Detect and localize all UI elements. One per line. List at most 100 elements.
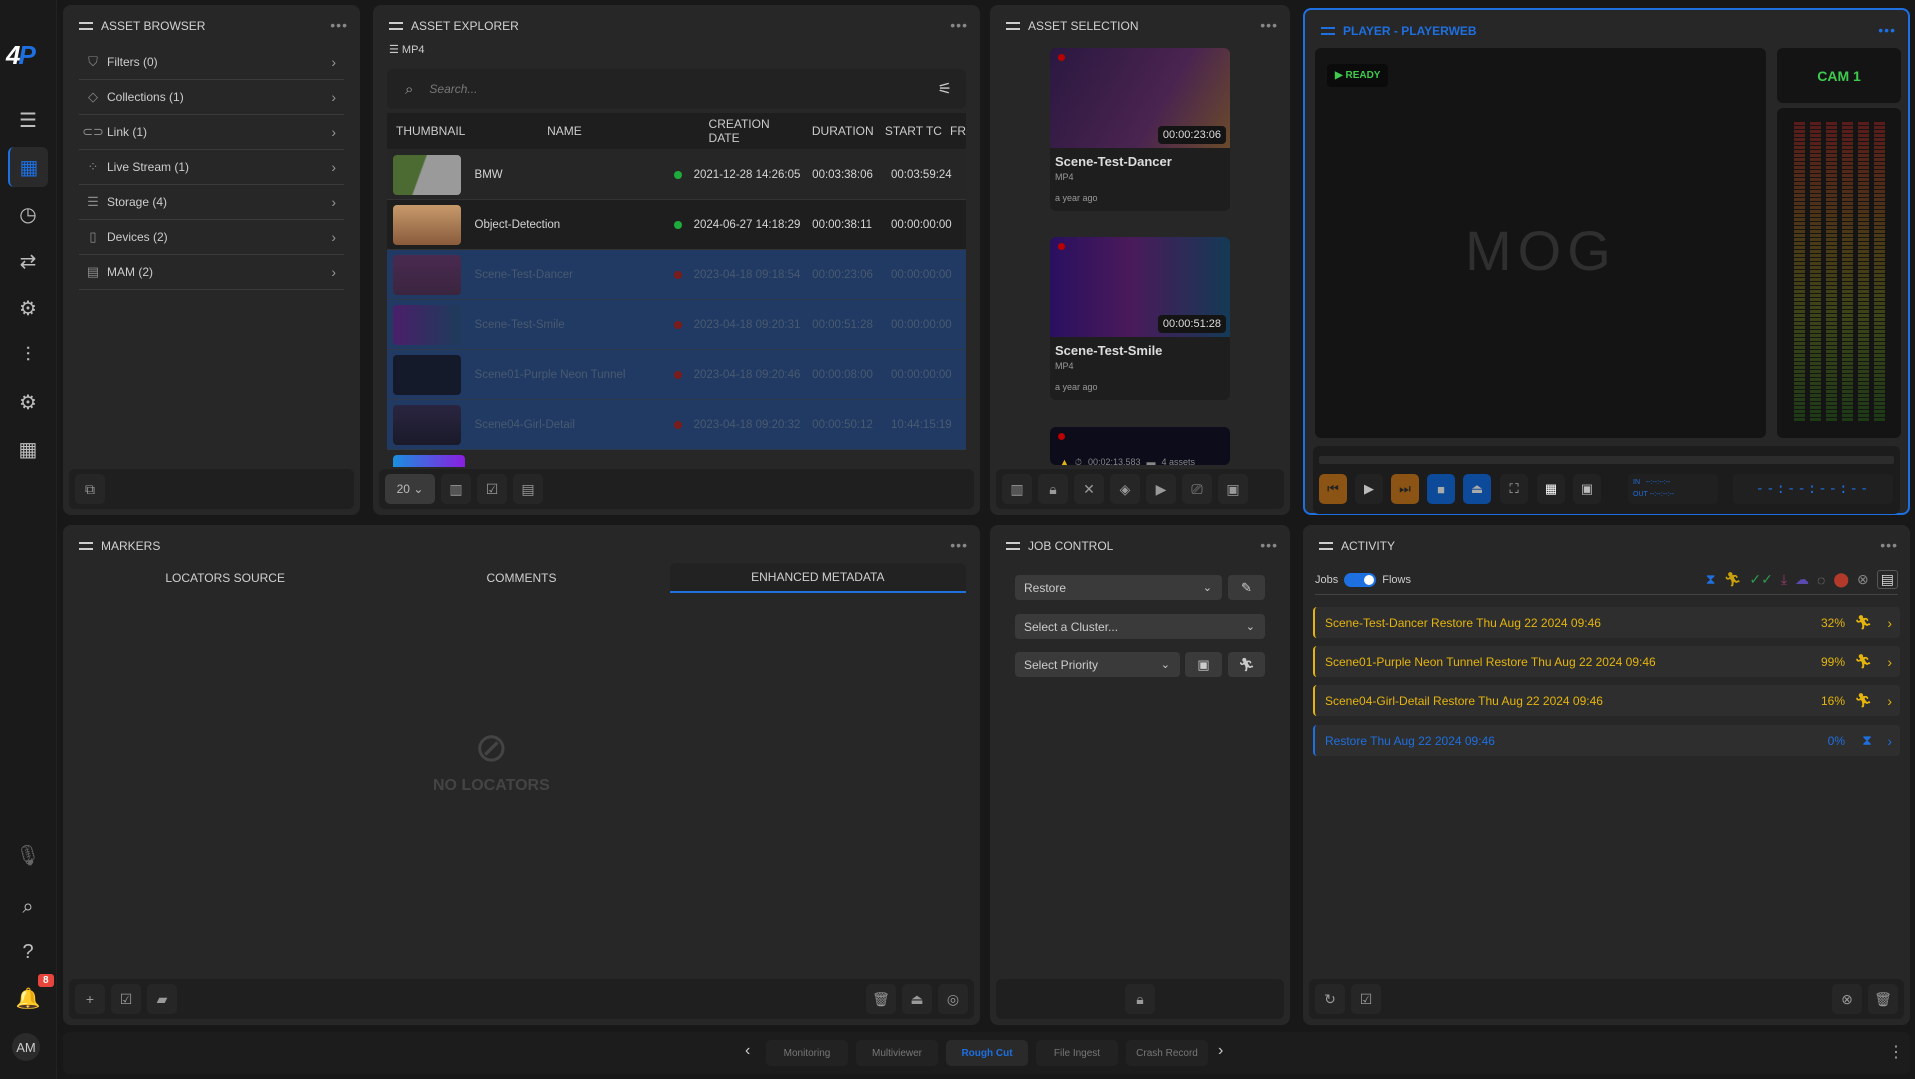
activity-item[interactable]: Scene04-Girl-Detail Restore Thu Aug 22 2… — [1313, 685, 1900, 716]
more-options-icon[interactable]: ••• — [330, 17, 348, 33]
format-filter[interactable]: ☰ MP4 — [389, 43, 425, 56]
tab-enhanced-metadata[interactable]: ENHANCED METADATA — [669, 563, 966, 593]
add-marker-button[interactable]: + — [75, 984, 105, 1014]
more-options-icon[interactable]: ••• — [950, 537, 968, 553]
job-type-select[interactable]: Restore ⌄ — [1015, 575, 1222, 600]
drag-handle-icon[interactable] — [1006, 22, 1020, 30]
more-options-icon[interactable]: ••• — [950, 17, 968, 33]
col-creation-date[interactable]: CREATION DATE — [655, 117, 802, 145]
list-view-button[interactable]: ▥ — [441, 474, 471, 504]
calendar-button[interactable]: ▣ — [1573, 474, 1601, 504]
asset-card[interactable]: 00:00:23:06 Scene-Test-Dancer MP4 a year… — [1050, 48, 1230, 211]
more-options-icon[interactable]: ••• — [1880, 537, 1898, 553]
delete-button[interactable]: 🗑︎ — [1868, 984, 1898, 1014]
table-row[interactable]: BMW 2021-12-28 14:26:05 00:03:38:06 00:0… — [387, 150, 966, 200]
skip-start-button[interactable]: ⏮ — [1319, 474, 1347, 504]
download-icon[interactable]: ⤓ — [1781, 571, 1787, 588]
chevron-right-icon[interactable]: › — [1887, 693, 1892, 709]
table-row-selected[interactable]: Scene04-Girl-Detail 2023-04-18 09:20:32 … — [387, 400, 966, 450]
priority-select[interactable]: Select Priority ⌄ — [1015, 652, 1180, 677]
activity-item[interactable]: Scene01-Purple Neon Tunnel Restore Thu A… — [1313, 646, 1900, 677]
drag-handle-icon[interactable] — [389, 22, 403, 30]
grid-icon[interactable]: ▦ — [8, 429, 48, 469]
drag-handle-icon[interactable] — [79, 542, 93, 550]
layers-button[interactable]: ◈ — [1110, 474, 1140, 504]
col-start-tc[interactable]: START TC — [879, 124, 950, 138]
eject-button[interactable]: ⏏ — [1463, 474, 1491, 504]
avatar[interactable]: AM — [12, 1033, 40, 1061]
nav-crash-record[interactable]: Crash Record — [1126, 1040, 1208, 1066]
pending-clock-icon[interactable]: ◌ — [1817, 572, 1825, 588]
drag-handle-icon[interactable] — [79, 22, 93, 30]
play-button[interactable]: ▶ — [1355, 474, 1383, 504]
browser-item-collections[interactable]: ◇ Collections (1) › — [79, 80, 344, 115]
more-options-icon[interactable]: ••• — [1878, 22, 1896, 38]
run-job-button[interactable]: 🏃︎ — [1228, 652, 1265, 677]
lock-button[interactable]: 🔒︎ — [1038, 474, 1068, 504]
calendar-icon[interactable]: ▤ — [1876, 570, 1898, 589]
help-icon[interactable]: ? — [8, 932, 48, 972]
table-row-selected[interactable]: Scene-Test-Smile 2023-04-18 09:20:31 00:… — [387, 300, 966, 350]
workflow-settings-icon[interactable]: ⚙ — [8, 288, 48, 328]
nav-monitoring[interactable]: Monitoring — [766, 1040, 848, 1066]
menu-icon[interactable]: ☰ — [8, 100, 48, 140]
search-input[interactable]: ⌕ Search... ⚟ — [387, 69, 966, 109]
select-all-button[interactable]: ☑ — [477, 474, 507, 504]
settings-icon[interactable]: ⚙ — [8, 382, 48, 422]
col-thumbnail[interactable]: THUMBNAIL — [387, 124, 469, 138]
done-all-icon[interactable]: ✓✓ — [1749, 571, 1772, 588]
jobs-flows-toggle[interactable] — [1344, 572, 1377, 587]
page-size-select[interactable]: 20 ⌄ — [385, 474, 435, 504]
dashboard-icon[interactable]: ▦ — [8, 147, 48, 187]
tune-icon[interactable]: ⚟ — [938, 79, 952, 99]
nav-multiviewer[interactable]: Multiviewer — [856, 1040, 938, 1066]
video-viewport[interactable]: ▶ READY MOG — [1315, 48, 1766, 438]
mic-off-icon[interactable]: 🎙 — [8, 835, 48, 875]
stop-button[interactable]: ■ — [1427, 474, 1455, 504]
history-icon[interactable]: ◷ — [8, 194, 48, 234]
running-icon[interactable]: 🏃︎ — [1724, 571, 1742, 588]
schedule-job-button[interactable]: ▣ — [1185, 652, 1222, 677]
table-row-selected[interactable]: Scene01-Purple Neon Tunnel 2023-04-18 09… — [387, 350, 966, 400]
cast-button[interactable]: ⎚ — [1182, 474, 1212, 504]
error-icon[interactable]: ⬤ — [1833, 571, 1849, 588]
table-row-selected[interactable]: Scene-Test-Dancer 2023-04-18 09:18:54 00… — [387, 250, 966, 300]
lock-button[interactable]: 🔒︎ — [1125, 984, 1155, 1014]
col-name[interactable]: NAME — [469, 124, 654, 138]
add-collection-button[interactable]: ⧉ — [75, 474, 105, 504]
cluster-select[interactable]: Select a Cluster... ⌄ — [1015, 614, 1265, 639]
nav-file-ingest[interactable]: File Ingest — [1036, 1040, 1118, 1066]
tab-comments[interactable]: COMMENTS — [373, 563, 669, 593]
transfer-icon[interactable]: ⇄ — [8, 241, 48, 281]
fullscreen-button[interactable]: ⛶ — [1500, 474, 1528, 504]
col-duration[interactable]: DURATION — [802, 124, 879, 138]
edit-job-button[interactable]: ✎ — [1228, 575, 1265, 600]
select-all-button[interactable]: ☑ — [111, 984, 141, 1014]
nav-next-icon[interactable]: › — [1218, 1042, 1223, 1060]
clear-selection-button[interactable]: ✕ — [1074, 474, 1104, 504]
browser-item-link[interactable]: ⊂⊃ Link (1) › — [79, 115, 344, 150]
tab-locators-source[interactable]: LOCATORS SOURCE — [77, 563, 373, 593]
asset-card[interactable]: 00:00:51:28 Scene-Test-Smile MP4 a year … — [1050, 237, 1230, 400]
timeline-scrubber[interactable] — [1319, 456, 1894, 464]
skip-end-button[interactable]: ⏭ — [1391, 474, 1419, 504]
browser-item-filters[interactable]: ⛉ Filters (0) › — [79, 45, 344, 80]
more-options-icon[interactable]: ••• — [1260, 17, 1278, 33]
sync-button[interactable]: ◎ — [938, 984, 968, 1014]
grid-overlay-button[interactable]: ▦ — [1537, 474, 1565, 504]
more-options-icon[interactable]: ••• — [1260, 537, 1278, 553]
out-timecode[interactable]: --:--:--:-- — [1650, 491, 1674, 498]
mixer-icon[interactable]: ⫶ — [8, 335, 48, 375]
activity-item[interactable]: Scene-Test-Dancer Restore Thu Aug 22 202… — [1313, 607, 1900, 638]
chevron-right-icon[interactable]: › — [1887, 654, 1892, 670]
browser-item-storage[interactable]: ☰ Storage (4) › — [79, 185, 344, 220]
play-in-player-button[interactable]: ▶ — [1146, 474, 1176, 504]
bell-icon[interactable]: 🔔 8 — [8, 974, 54, 1018]
browser-item-devices[interactable]: ▯ Devices (2) › — [79, 220, 344, 255]
folder-button[interactable]: ▰ — [147, 984, 177, 1014]
drag-handle-icon[interactable] — [1006, 542, 1020, 550]
send-to-mam-button[interactable]: ▤ — [513, 474, 543, 504]
hourglass-icon[interactable]: ⧗ — [1706, 571, 1716, 588]
cloud-upload-icon[interactable]: ☁ — [1795, 571, 1809, 588]
refresh-button[interactable]: ↻ — [1315, 984, 1345, 1014]
